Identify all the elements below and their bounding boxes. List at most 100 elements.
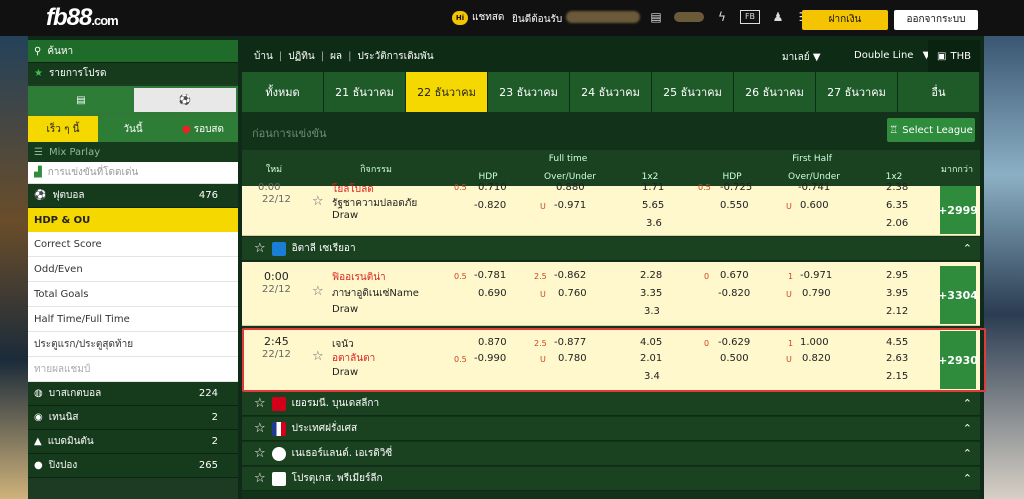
favorite-star-icon[interactable]: ☆	[312, 194, 324, 209]
crumb-results[interactable]: ผล	[330, 49, 342, 64]
chevron-up-icon[interactable]: ⌃	[963, 397, 972, 410]
fh-ou-odds[interactable]: 0.820	[802, 353, 831, 364]
fh-ou-odds[interactable]: 0.790	[802, 288, 831, 299]
ft-hdp-odds[interactable]: -0.820	[474, 200, 506, 211]
crumb-home[interactable]: บ้าน	[254, 49, 273, 64]
league-header-germany[interactable]: ☆ เยอรมนี. บุนเดสลีกา ⌃	[242, 392, 980, 416]
ft-1x2-odds[interactable]: 2.01	[640, 353, 662, 364]
fh-hdp-odds[interactable]: -0.820	[718, 288, 750, 299]
ft-1x2-odds[interactable]: 3.35	[640, 288, 662, 299]
chevron-up-icon[interactable]: ⌃	[963, 422, 972, 435]
league-header-portugal[interactable]: ☆ โปรตุเกส. พรีเมียร์ลีก ⌃	[242, 467, 980, 491]
live-chat-button[interactable]: Hi แชทสด	[452, 10, 504, 25]
ft-hdp-odds[interactable]: 0.870	[478, 337, 507, 348]
ft-ou-odds[interactable]: 0.880	[556, 182, 585, 193]
view-select[interactable]: Double Line ▼	[854, 50, 930, 61]
favorite-star-icon[interactable]: ☆	[254, 446, 266, 461]
fh-ou-odds[interactable]: 0.600	[800, 200, 829, 211]
sidebar-item-soccer[interactable]: ⚽ ฟุตบอล 476	[28, 184, 238, 208]
chevron-up-icon[interactable]: ⌃	[963, 242, 972, 255]
ft-1x2-odds[interactable]: 2.28	[640, 270, 662, 281]
transfer-icon[interactable]: ϟ	[714, 9, 730, 25]
fh-1x2-odds[interactable]: 4.55	[886, 337, 908, 348]
tab-date-23[interactable]: 23 ธันวาคม	[488, 72, 570, 112]
fh-ou-odds[interactable]: -0.971	[800, 270, 832, 281]
sidebar-search[interactable]: ⚲ ค้นหา	[28, 40, 238, 62]
sidebar-item-total-goals[interactable]: Total Goals	[28, 282, 238, 307]
sidebar-item-first-last-goal[interactable]: ประตูแรก/ประตูสุดท้าย	[28, 332, 238, 357]
favorite-star-icon[interactable]: ☆	[254, 421, 266, 436]
tab-live[interactable]: ● รอบสด	[168, 116, 238, 142]
fh-1x2-odds[interactable]: 2.63	[886, 353, 908, 364]
fh-1x2-odds[interactable]: 2.38	[886, 182, 908, 193]
league-header-netherlands[interactable]: ☆ เนเธอร์แลนด์. เอเรดิวิซี่ ⌃	[242, 442, 980, 466]
ball-view-button[interactable]: ⚽	[134, 88, 236, 112]
sidebar-item-hdp-ou[interactable]: HDP & OU	[28, 208, 238, 232]
ft-hdp-odds[interactable]: -0.990	[474, 353, 506, 364]
sidebar-mix-parlay[interactable]: ☰ Mix Parlay	[28, 142, 238, 162]
fh-1x2-odds[interactable]: 2.12	[886, 306, 908, 317]
favorite-star-icon[interactable]: ☆	[254, 241, 266, 256]
team-draw[interactable]: Draw	[332, 304, 358, 315]
more-markets-button[interactable]: +2930	[938, 331, 978, 389]
deposit-button[interactable]: ฝากเงิน	[802, 10, 888, 30]
fh-hdp-odds[interactable]: -0.725	[720, 182, 752, 193]
ft-hdp-odds[interactable]: -0.781	[474, 270, 506, 281]
tab-date-22[interactable]: 22 ธันวาคม	[406, 72, 488, 112]
fh-1x2-odds[interactable]: 6.35	[886, 200, 908, 211]
team-away[interactable]: ภาษาอูดิเนเซ่Name	[332, 286, 419, 301]
sidebar-favorites[interactable]: ★ รายการโปรด	[28, 62, 238, 84]
favorite-star-icon[interactable]: ☆	[254, 396, 266, 411]
wallet-icon[interactable]: ▤	[648, 9, 664, 25]
favorite-star-icon[interactable]: ☆	[312, 349, 324, 364]
fh-1x2-odds[interactable]: 2.15	[886, 371, 908, 382]
crumb-bet-history[interactable]: ประวัติการเดิมพัน	[357, 49, 433, 64]
ft-1x2-odds[interactable]: 4.05	[640, 337, 662, 348]
fh-1x2-odds[interactable]: 2.95	[886, 270, 908, 281]
sidebar-item-correct-score[interactable]: Correct Score	[28, 232, 238, 257]
crumb-calendar[interactable]: ปฏิทิน	[288, 49, 315, 64]
fb-badge-icon[interactable]: FB	[740, 10, 760, 24]
select-league-button[interactable]: ♖ Select League	[887, 118, 975, 142]
ft-1x2-odds[interactable]: 1.71	[642, 182, 664, 193]
team-home[interactable]: ฟิออเรนติน่า	[332, 270, 386, 285]
sidebar-item-table-tennis[interactable]: ● ปิงปอง 265	[28, 454, 238, 478]
ft-1x2-odds[interactable]: 3.3	[644, 306, 660, 317]
ft-1x2-odds[interactable]: 3.6	[646, 218, 662, 229]
favorite-star-icon[interactable]: ☆	[312, 284, 324, 299]
chevron-up-icon[interactable]: ⌃	[963, 447, 972, 460]
tab-date-21[interactable]: 21 ธันวาคม	[324, 72, 406, 112]
ft-ou-odds[interactable]: 0.780	[558, 353, 587, 364]
ft-ou-odds[interactable]: 0.760	[558, 288, 587, 299]
tab-date-27[interactable]: 27 ธันวาคม	[816, 72, 898, 112]
currency-button[interactable]: ▣ THB	[928, 40, 980, 72]
sidebar-item-htft[interactable]: Half Time/Full Time	[28, 307, 238, 332]
league-header-italy[interactable]: ☆ อิตาลี เซเรียอา ⌃	[242, 237, 980, 261]
fh-hdp-odds[interactable]: -0.629	[718, 337, 750, 348]
fh-hdp-odds[interactable]: 0.670	[720, 270, 749, 281]
ft-ou-odds[interactable]: -0.971	[554, 200, 586, 211]
team-draw[interactable]: Draw	[332, 210, 358, 221]
ft-hdp-odds[interactable]: 0.710	[478, 182, 507, 193]
fh-hdp-odds[interactable]: 0.550	[720, 200, 749, 211]
tab-today[interactable]: วันนี้	[98, 116, 168, 142]
team-home[interactable]: โยลโบลด	[332, 182, 374, 197]
more-markets-button[interactable]: +3304	[938, 266, 978, 324]
sidebar-item-basketball[interactable]: ◍ บาสเกตบอล 224	[28, 382, 238, 406]
ft-1x2-odds[interactable]: 3.4	[644, 371, 660, 382]
sidebar-featured[interactable]: ▟ การแข่งขันที่โดดเด่น	[28, 162, 238, 184]
fh-1x2-odds[interactable]: 3.95	[886, 288, 908, 299]
team-away[interactable]: อตาลันตา	[332, 351, 375, 366]
team-home[interactable]: เจนัว	[332, 337, 354, 352]
fh-ou-odds[interactable]: 1.000	[800, 337, 829, 348]
tab-date-26[interactable]: 26 ธันวาคม	[734, 72, 816, 112]
tab-date-other[interactable]: อื่น	[898, 72, 980, 112]
chevron-up-icon[interactable]: ⌃	[963, 472, 972, 485]
odds-format-select[interactable]: มาเลย์ ▼	[782, 50, 821, 65]
tab-date-24[interactable]: 24 ธันวาคม	[570, 72, 652, 112]
more-markets-button[interactable]: +2999	[938, 186, 978, 234]
tab-date-all[interactable]: ทั้งหมด	[242, 72, 324, 112]
logout-button[interactable]: ออกจากระบบ	[894, 10, 978, 30]
logo[interactable]: fb88.com	[46, 4, 119, 32]
team-away[interactable]: รัฐชาความปลอดภัย	[332, 196, 417, 211]
